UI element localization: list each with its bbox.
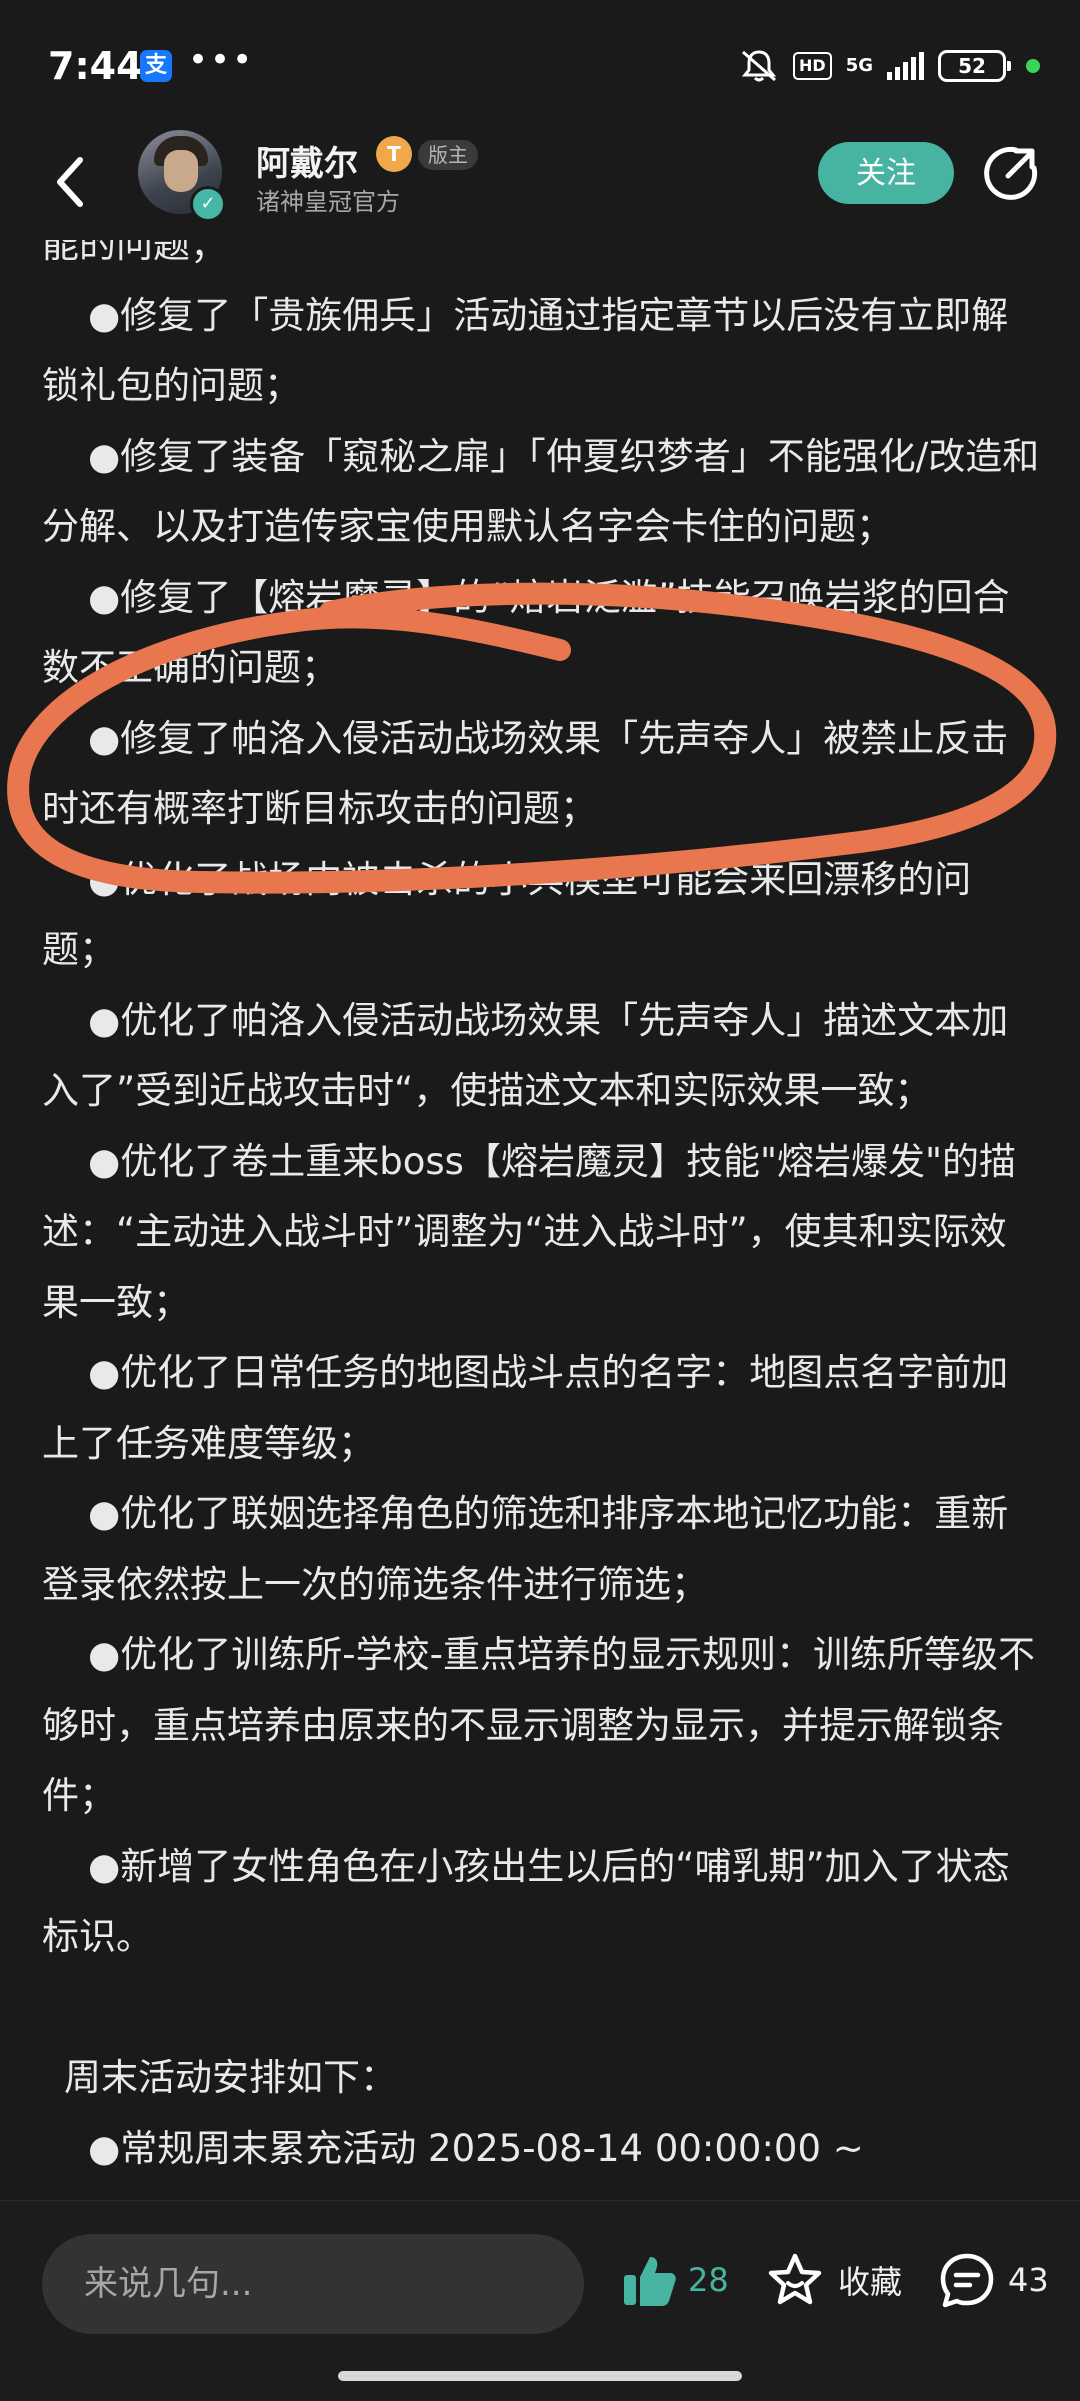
follow-button[interactable]: 关注 [818, 142, 954, 204]
back-arrow-icon[interactable] [50, 152, 90, 212]
more-notifications-icon: ••• [188, 40, 255, 80]
star-icon [768, 2253, 822, 2305]
thumbs-up-icon [624, 2257, 676, 2306]
comment-input[interactable]: 来说几句... [42, 2234, 584, 2334]
article-paragraph: ●修复了帕洛入侵活动战场效果「先声夺人」被禁止反击时还有概率打断目标攻击的问题； [42, 716, 1009, 831]
verified-badge-icon: ✓ [190, 186, 226, 222]
article-paragraph: ●优化了战场内被击杀的小兵模型可能会来回漂移的问题； [42, 857, 972, 972]
post-header: ✓ 阿戴尔 T 版主 诸神皇冠官方 关注 [0, 130, 1080, 240]
article-paragraph: ●优化了联姻选择角色的筛选和排序本地记忆功能：重新登录依然按上一次的筛选条件进行… [42, 1492, 1009, 1606]
home-indicator[interactable] [338, 2371, 742, 2381]
comment-bubble-icon [940, 2253, 994, 2308]
article-paragraph: ●优化了帕洛入侵活动战场效果「先声夺人」描述文本加入了”受到近战攻击时“，使描述… [42, 998, 1009, 1113]
status-bar: 7:44 支 ••• HD 5G 52 [0, 0, 1080, 130]
mute-icon [741, 50, 777, 82]
moderator-badge: 版主 [418, 140, 478, 170]
like-button[interactable]: 28 [620, 2251, 729, 2309]
level-badge-icon: T [376, 136, 412, 172]
like-count: 28 [688, 2261, 729, 2299]
article-paragraph: ●修复了装备「窥秘之扉」「仲夏织梦者」不能强化/改造和分解、以及打造传家宝使用默… [42, 434, 1040, 549]
author-subtitle: 诸神皇冠官方 [256, 188, 400, 216]
hd-icon: HD [793, 52, 832, 80]
favorite-button[interactable]: 收藏 [766, 2251, 902, 2309]
comment-count: 43 [1008, 2261, 1049, 2299]
article-paragraph: ●优化了日常任务的地图战斗点的名字：地图点名字前加上了任务难度等级； [42, 1351, 1009, 1465]
status-icons: HD 5G 52 [739, 46, 1040, 86]
article-paragraph: ●常规周末累充活动 2025-08-14 00:00:00 ~ [88, 2126, 864, 2170]
alipay-notification-icon: 支 [140, 50, 172, 82]
article-paragraph: ●新增了女性角色在小孩出生以后的“哺乳期”加入了状态标识。 [42, 1844, 1010, 1959]
article-paragraph: ●优化了卷土重来boss【熔岩魔灵】技能"熔岩爆发"的描述：“主动进入战斗时”调… [42, 1139, 1016, 1324]
author-name[interactable]: 阿戴尔 [256, 136, 358, 185]
article-paragraph: ●修复了「贵族佣兵」活动通过指定章节以后没有立即解锁礼包的问题； [42, 293, 1009, 408]
signal-icon [887, 52, 924, 80]
post-content[interactable]: 能的问题； ●修复了「贵族佣兵」活动通过指定章节以后没有立即解锁礼包的问题； ●修复… [0, 130, 1080, 2200]
battery-icon: 52 [938, 50, 1011, 82]
status-time: 7:44 [48, 44, 143, 88]
article-body: 能的问题； ●修复了「贵族佣兵」活动通过指定章节以后没有立即解锁礼包的问题； ●修复… [42, 210, 1042, 2184]
network-type: 5G [845, 55, 873, 76]
bottom-action-bar: 来说几句... 28 收藏 43 [0, 2200, 1080, 2401]
article-paragraph: ●修复了【熔岩魔灵】的“熔岩泛滥”技能召唤岩浆的回合数不正确的问题； [42, 575, 1010, 690]
share-icon[interactable] [982, 144, 1040, 202]
favorite-label: 收藏 [838, 2263, 903, 2301]
article-paragraph: 周末活动安排如下： [64, 2056, 397, 2099]
comments-button[interactable]: 43 [938, 2251, 1049, 2309]
article-paragraph: ●优化了训练所-学校-重点培养的显示规则：训练所等级不够时，重点培养由原来的不显… [42, 1633, 1035, 1817]
privacy-indicator-dot [1026, 59, 1040, 73]
